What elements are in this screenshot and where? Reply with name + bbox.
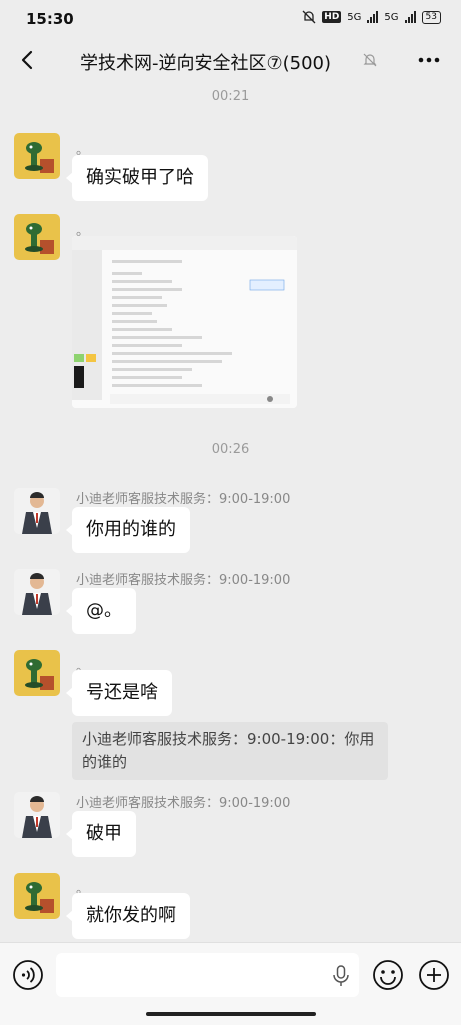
message-bubble[interactable]: 就你发的啊 xyxy=(66,893,190,939)
message-bubble[interactable]: 号还是啥 xyxy=(66,670,172,716)
status-icons: HD 5G 5G 53 xyxy=(302,10,441,24)
avatar[interactable] xyxy=(14,133,60,179)
network-type-1: 5G xyxy=(347,11,362,23)
status-bar: 15:30 HD 5G 5G 53 xyxy=(0,0,461,38)
bell-off-icon xyxy=(363,53,377,67)
message-bubble[interactable]: 确实破甲了哈 xyxy=(66,155,208,201)
chat-header: 学技术网-逆向安全社区⑦(500) xyxy=(0,38,461,84)
avatar[interactable] xyxy=(14,792,60,838)
hd-badge: HD xyxy=(322,11,342,23)
signal-icon-2 xyxy=(404,11,416,23)
avatar[interactable] xyxy=(14,650,60,696)
more-icon[interactable] xyxy=(416,50,442,70)
timestamp: 00:26 xyxy=(211,442,250,457)
message-bubble[interactable]: 破甲 xyxy=(66,811,136,857)
home-indicator[interactable] xyxy=(146,1012,316,1016)
sender-name: 小迪老师客服技术服务：9:00-19:00 xyxy=(76,796,291,811)
avatar[interactable] xyxy=(14,488,60,534)
bell-off-icon xyxy=(302,10,316,24)
screenshot-thumbnail xyxy=(72,236,297,408)
network-type-2: 5G xyxy=(384,11,399,23)
status-time: 15:30 xyxy=(26,10,74,28)
sender-name: 小迪老师客服技术服务：9:00-19:00 xyxy=(76,492,291,507)
signal-icon xyxy=(367,11,379,23)
back-arrow-icon[interactable] xyxy=(16,48,40,72)
microphone-icon[interactable] xyxy=(332,965,350,987)
image-message[interactable] xyxy=(72,236,297,408)
message-input[interactable] xyxy=(56,953,359,997)
avatar[interactable] xyxy=(14,873,60,919)
avatar[interactable] xyxy=(14,214,60,260)
emoji-icon[interactable] xyxy=(372,959,404,991)
plus-icon[interactable] xyxy=(418,959,450,991)
avatar[interactable] xyxy=(14,569,60,615)
message-bubble[interactable]: 你用的谁的 xyxy=(66,507,190,553)
timestamp: 00:21 xyxy=(211,89,250,104)
message-bubble[interactable]: @。 xyxy=(66,588,136,634)
battery-indicator: 53 xyxy=(421,10,441,24)
quoted-message[interactable]: 小迪老师客服技术服务：9:00-19:00：你用的谁的 xyxy=(72,722,388,780)
voice-icon[interactable] xyxy=(12,959,44,991)
sender-name: 小迪老师客服技术服务：9:00-19:00 xyxy=(76,573,291,588)
chat-title: 学技术网-逆向安全社区⑦(500) xyxy=(80,53,332,74)
